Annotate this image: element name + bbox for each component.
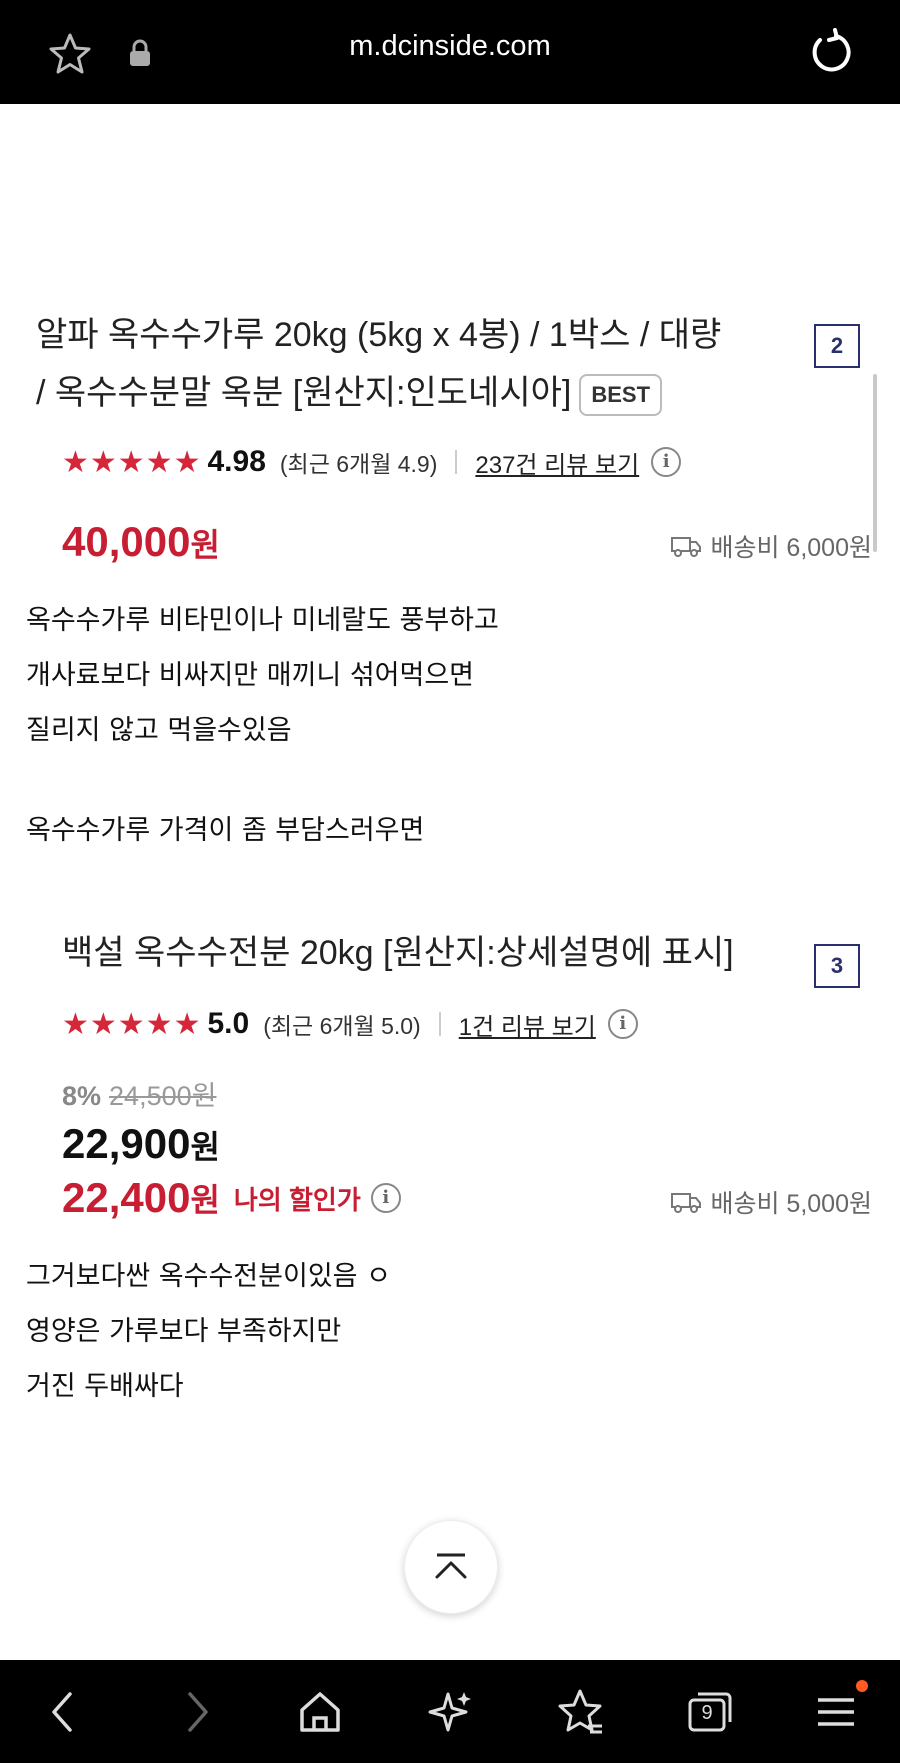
rating-stars-icon: ★★★★★ (62, 445, 202, 479)
my-discount-label: 나의 할인가 (233, 1184, 361, 1215)
sparkle-icon[interactable] (422, 1684, 478, 1740)
home-icon[interactable] (292, 1684, 348, 1740)
divider (455, 450, 458, 474)
sale-price: 22,900원 (62, 1120, 220, 1168)
currency-won: 원 (190, 1182, 220, 1218)
info-icon[interactable]: i (607, 1009, 638, 1039)
info-icon[interactable]: i (651, 447, 682, 477)
reviews-link[interactable]: 1건 리뷰 보기 (459, 1007, 596, 1042)
rating-score: 4.98 (207, 445, 266, 478)
product-title: 백설 옥수수전분 20kg [원산지:상세설명에 표시] (62, 934, 734, 972)
text-line: 거진 두배싸다 (26, 1371, 184, 1402)
original-price: 24,500원 (109, 1081, 217, 1111)
rating-stars-icon: ★★★★★ (62, 1007, 202, 1041)
shipping-info: 배송비 5,000원 (670, 1184, 872, 1220)
product-title-line2: / 옥수수분말 옥분 [원산지:인도네시아] BEST (36, 364, 663, 422)
reload-icon[interactable] (806, 28, 854, 76)
text-line: 옥수수가루 비타민이나 미네랄도 풍부하고 (26, 605, 499, 636)
chevron-up-icon (435, 1553, 467, 1579)
notification-dot (856, 1680, 868, 1692)
scrollbar[interactable] (873, 374, 877, 552)
browser-top-bar: m.dcinside.com (0, 0, 900, 104)
discount-row: 8% 24,500원 (62, 1074, 216, 1113)
truck-icon (671, 537, 702, 557)
rating-score: 5.0 (207, 1007, 250, 1040)
info-icon[interactable]: i (370, 1183, 401, 1213)
text-line: 영양은 가루보다 부족하지만 (26, 1316, 342, 1347)
reviews-link[interactable]: 237건 리뷰 보기 (475, 445, 639, 480)
product-price: 40,000원 (62, 518, 220, 566)
truck-icon (671, 1193, 702, 1213)
bookmarks-star-icon[interactable] (552, 1684, 608, 1740)
forward-icon[interactable] (168, 1684, 224, 1740)
shipping-text: 배송비 6,000원 (710, 534, 872, 562)
product-number-badge: 2 (814, 324, 860, 368)
recent-rating: (최근 6개월 4.9) (279, 451, 438, 477)
recent-rating: (최근 6개월 5.0) (263, 1013, 421, 1039)
price-value: 40,000 (62, 518, 191, 565)
text-line: 질리지 않고 먹을수있음 (26, 715, 292, 746)
divider (438, 1012, 441, 1036)
product-title-text: / 옥수수분말 옥분 [원산지:인도네시아] (36, 374, 572, 412)
price-value: 22,400 (62, 1174, 191, 1221)
menu-icon[interactable] (808, 1684, 864, 1740)
tab-count: 9 (701, 1702, 713, 1724)
back-icon[interactable] (36, 1684, 92, 1740)
tabs-button[interactable]: 9 (682, 1684, 738, 1740)
product-number-badge: 3 (814, 944, 860, 988)
currency-won: 원 (190, 527, 220, 563)
rating-row: ★★★★★ 4.98 (최근 6개월 4.9) 237건 리뷰 보기 i (62, 442, 682, 482)
url-text[interactable]: m.dcinside.com (0, 30, 900, 63)
currency-won: 원 (190, 1129, 220, 1165)
scroll-to-top-button[interactable] (404, 1520, 498, 1614)
price-value: 22,900 (62, 1120, 191, 1167)
shipping-text: 배송비 5,000원 (710, 1190, 872, 1218)
text-line: 그거보다싼 옥수수전분이있음 ㅇ (26, 1261, 391, 1292)
text-line: 옥수수가루 가격이 좀 부담스러우면 (26, 815, 425, 846)
shipping-info: 배송비 6,000원 (670, 528, 872, 564)
browser-bottom-bar: 9 (0, 1660, 900, 1763)
rating-row: ★★★★★ 5.0 (최근 6개월 5.0) 1건 리뷰 보기 i (62, 1004, 638, 1044)
best-badge: BEST (579, 374, 663, 417)
my-discount-price: 22,400 원 나의 할인가 i (62, 1174, 401, 1222)
text-line: 개사료보다 비싸지만 매끼니 섞어먹으면 (26, 660, 475, 691)
discount-percent: 8% (62, 1081, 102, 1111)
product-title-line1: 알파 옥수수가루 20kg (5kg x 4봉) / 1박스 / 대량 (36, 316, 722, 354)
